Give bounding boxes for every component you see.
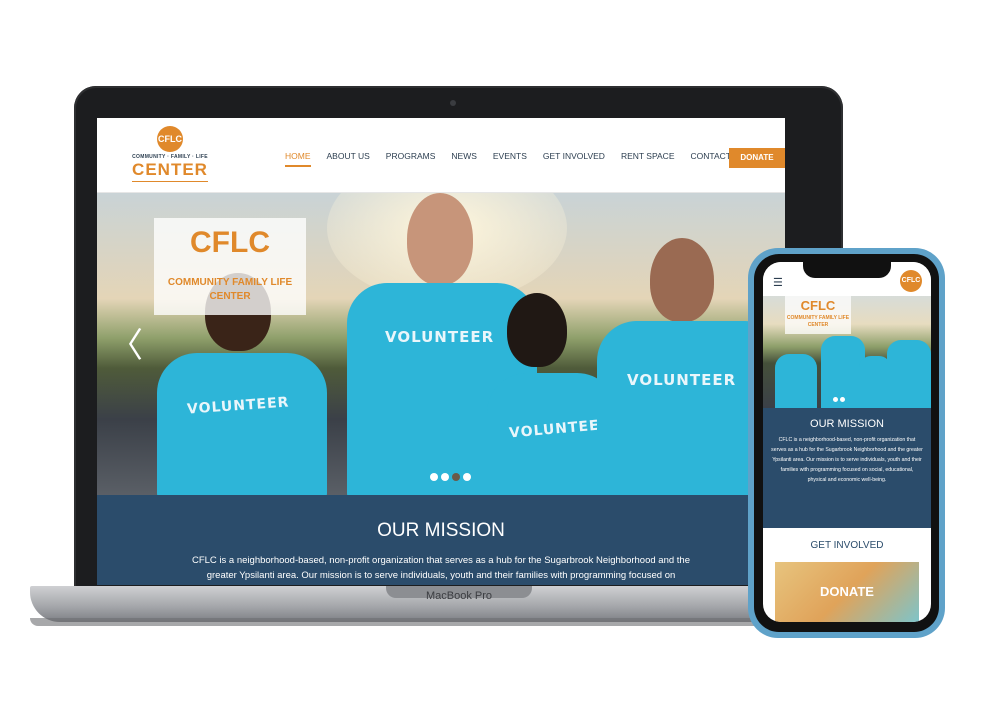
nav-rent-space[interactable]: RENT SPACE (621, 151, 675, 167)
nav-programs[interactable]: PROGRAMS (386, 151, 436, 167)
site-logo[interactable]: CFLC COMMUNITY · FAMILY · LIFE CENTER (124, 126, 216, 182)
phone-hero: CFLC COMMUNITY FAMILY LIFE CENTER (763, 296, 931, 408)
logo-badge: CFLC (157, 126, 183, 152)
phone-donate-label: DONATE (820, 584, 874, 599)
main-nav: HOME ABOUT US PROGRAMS NEWS EVENTS GET I… (285, 151, 761, 167)
hero-title-box: CFLC COMMUNITY FAMILY LIFE CENTER (154, 218, 306, 315)
hamburger-menu-icon[interactable]: ☰ (773, 276, 783, 289)
phone-get-involved-heading: GET INVOLVED (810, 540, 884, 551)
slide-dot[interactable] (463, 473, 471, 481)
nav-events[interactable]: EVENTS (493, 151, 527, 167)
shirt-text: VOLUNTEER (627, 371, 737, 389)
phone-mission-text: CFLC is a neighborhood-based, non-profit… (771, 437, 923, 483)
phone-hero-subtitle: COMMUNITY FAMILY LIFE CENTER (786, 315, 850, 328)
phone-hero-box: CFLC COMMUNITY FAMILY LIFE CENTER (785, 296, 851, 334)
phone-slider-dots (833, 397, 845, 402)
logo-divider (132, 181, 208, 182)
laptop-screen: CFLC COMMUNITY · FAMILY · LIFE CENTER HO… (97, 118, 785, 585)
phone-logo[interactable]: CFLC (900, 270, 922, 292)
camera-icon (450, 100, 456, 106)
slide-dot[interactable] (430, 473, 438, 481)
logo-name: CENTER (132, 160, 208, 179)
phone-donate-banner[interactable]: DONATE (775, 562, 919, 622)
hero-subtitle: COMMUNITY FAMILY LIFE CENTER (167, 277, 293, 302)
laptop-brand-label: MacBook Pro (425, 590, 493, 602)
mission-text: CFLC is a neighborhood-based, non-profit… (191, 555, 690, 581)
mission-section: OUR MISSION CFLC is a neighborhood-based… (97, 495, 785, 585)
nav-home[interactable]: HOME (285, 151, 311, 167)
slider-dots (430, 473, 471, 481)
phone-notch (803, 262, 891, 278)
nav-get-involved[interactable]: GET INVOLVED (543, 151, 605, 167)
prev-slide-icon[interactable]: 〈 (109, 318, 143, 367)
phone-mission-title: OUR MISSION (810, 418, 884, 430)
phone-mission-section: OUR MISSION CFLC is a neighborhood-based… (763, 408, 931, 528)
nav-news[interactable]: NEWS (451, 151, 477, 167)
hero-title: CFLC (190, 226, 270, 259)
donate-button[interactable]: DONATE (729, 148, 785, 168)
shirt-text: VOLUNTEER (385, 328, 495, 346)
hero-slider: VOLUNTEER VOLUNTEER VOLUNTEER VOLUNTEER … (97, 193, 785, 495)
slide-dot[interactable] (441, 473, 449, 481)
site-header: CFLC COMMUNITY · FAMILY · LIFE CENTER HO… (97, 118, 785, 193)
slide-dot[interactable] (840, 397, 845, 402)
phone-screen: ☰ CFLC CFLC COMMUNITY FAMILY LIFE CENTER… (763, 262, 931, 622)
nav-about-us[interactable]: ABOUT US (327, 151, 370, 167)
slide-dot-active[interactable] (452, 473, 460, 481)
phone-hero-title: CFLC (800, 298, 836, 313)
mission-title: OUR MISSION (377, 520, 505, 541)
slide-dot[interactable] (833, 397, 838, 402)
